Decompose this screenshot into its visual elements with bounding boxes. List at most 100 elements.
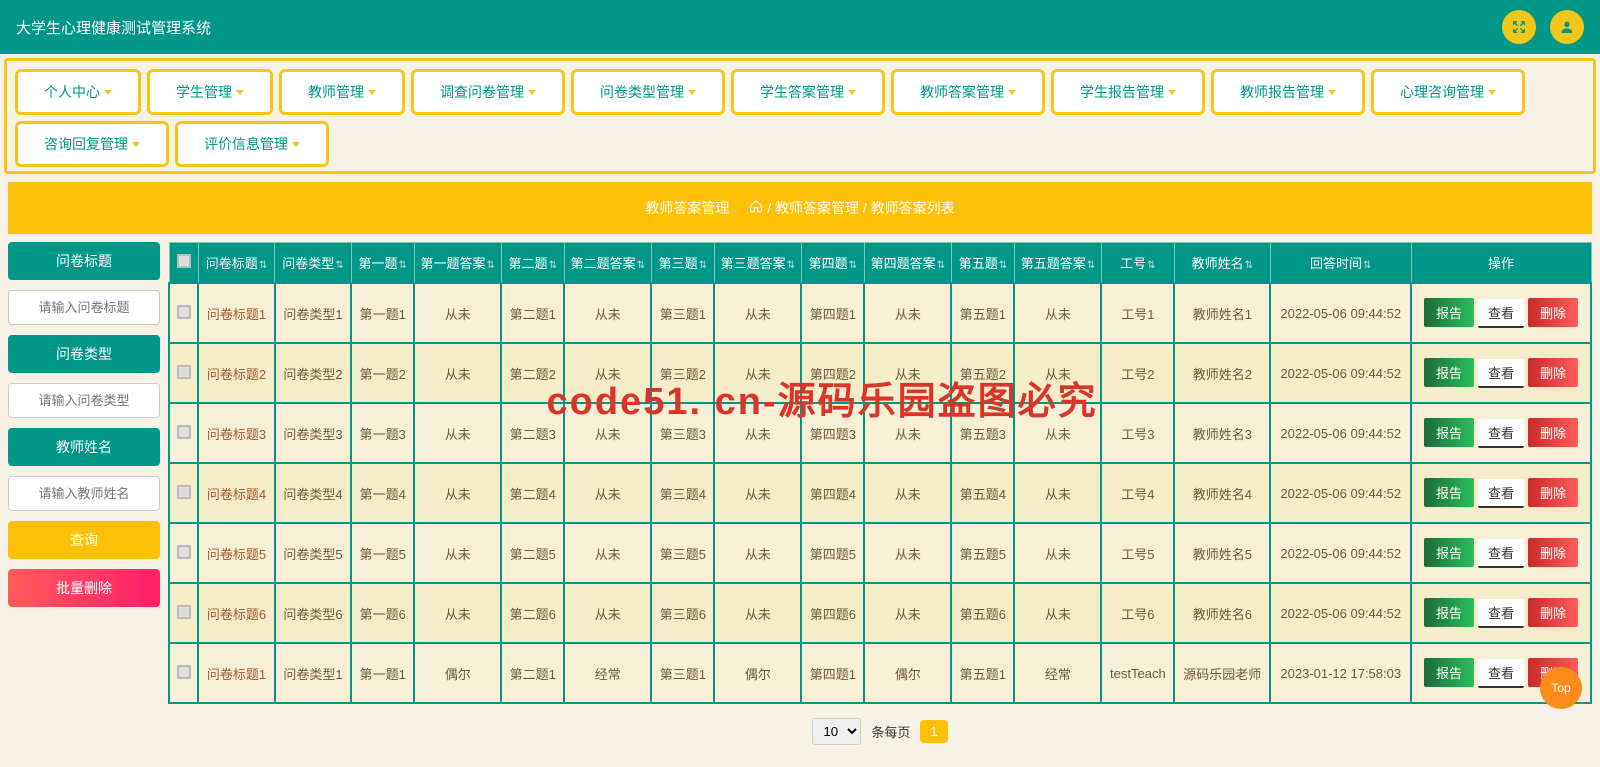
nav-item-5[interactable]: 学生答案管理 — [731, 69, 885, 115]
cell: 第四题3 — [801, 403, 864, 463]
col-header-1[interactable]: 问卷类型⇅ — [275, 243, 352, 284]
nav-item-10[interactable]: 咨询回复管理 — [15, 121, 169, 167]
col-header-5[interactable]: 第二题答案⇅ — [564, 243, 651, 284]
col-header-13[interactable]: 教师姓名⇅ — [1174, 243, 1270, 284]
cell: 问卷类型4 — [275, 463, 352, 523]
cell: 2022-05-06 09:44:52 — [1270, 283, 1411, 343]
breadcrumb-link-1[interactable]: 教师答案管理 — [775, 200, 859, 216]
table-row: 问卷标题1问卷类型1第一题1从未第二题1从未第三题1从未第四题1从未第五题1从未… — [169, 283, 1591, 343]
col-header-8[interactable]: 第四题⇅ — [801, 243, 864, 284]
nav-item-11[interactable]: 评价信息管理 — [175, 121, 329, 167]
view-button[interactable]: 查看 — [1478, 539, 1524, 568]
cell: 第二题2 — [501, 343, 564, 403]
nav-item-0[interactable]: 个人中心 — [15, 69, 141, 115]
cell: 教师姓名1 — [1174, 283, 1270, 343]
scroll-top-button[interactable]: Top — [1540, 667, 1582, 709]
delete-button[interactable]: 删除 — [1528, 478, 1578, 507]
cell[interactable]: 问卷标题4 — [198, 463, 275, 523]
col-header-9[interactable]: 第四题答案⇅ — [864, 243, 951, 284]
view-button[interactable]: 查看 — [1478, 419, 1524, 448]
row-checkbox[interactable] — [177, 665, 191, 679]
home-icon[interactable] — [749, 199, 763, 216]
delete-button[interactable]: 删除 — [1528, 298, 1578, 327]
report-button[interactable]: 报告 — [1424, 358, 1474, 387]
col-header-10[interactable]: 第五题⇅ — [951, 243, 1014, 284]
col-header-3[interactable]: 第一题答案⇅ — [414, 243, 501, 284]
cell: 问卷类型5 — [275, 523, 352, 583]
delete-button[interactable]: 删除 — [1528, 418, 1578, 447]
cell: 偶尔 — [864, 643, 951, 703]
nav-item-7[interactable]: 学生报告管理 — [1051, 69, 1205, 115]
query-button[interactable]: 查询 — [8, 521, 160, 559]
batch-delete-button[interactable]: 批量删除 — [8, 569, 160, 607]
cell: 第一题1 — [351, 643, 414, 703]
filter-input-teacher[interactable] — [8, 476, 160, 511]
filter-label-title: 问卷标题 — [8, 242, 160, 280]
cell[interactable]: 问卷标题2 — [198, 343, 275, 403]
row-checkbox[interactable] — [177, 305, 191, 319]
cell: 从未 — [1014, 583, 1101, 643]
report-button[interactable]: 报告 — [1424, 298, 1474, 327]
chevron-down-icon — [1328, 90, 1336, 95]
col-header-2[interactable]: 第一题⇅ — [351, 243, 414, 284]
row-checkbox[interactable] — [177, 365, 191, 379]
cell[interactable]: 问卷标题3 — [198, 403, 275, 463]
report-button[interactable]: 报告 — [1424, 418, 1474, 447]
cell: 从未 — [714, 523, 801, 583]
view-button[interactable]: 查看 — [1478, 479, 1524, 508]
cell[interactable]: 问卷标题6 — [198, 583, 275, 643]
row-checkbox[interactable] — [177, 545, 191, 559]
row-checkbox[interactable] — [177, 485, 191, 499]
report-button[interactable]: 报告 — [1424, 598, 1474, 627]
filter-input-type[interactable] — [8, 383, 160, 418]
report-button[interactable]: 报告 — [1424, 478, 1474, 507]
nav-item-9[interactable]: 心理咨询管理 — [1371, 69, 1525, 115]
page-size-select[interactable]: 10 — [812, 718, 861, 745]
col-header-6[interactable]: 第三题⇅ — [651, 243, 714, 284]
row-checkbox[interactable] — [177, 425, 191, 439]
cell: 教师姓名3 — [1174, 403, 1270, 463]
view-button[interactable]: 查看 — [1478, 299, 1524, 328]
nav-item-1[interactable]: 学生管理 — [147, 69, 273, 115]
col-header-14[interactable]: 回答时间⇅ — [1270, 243, 1411, 284]
view-button[interactable]: 查看 — [1478, 659, 1524, 688]
select-all-checkbox[interactable] — [177, 254, 191, 268]
col-header-11[interactable]: 第五题答案⇅ — [1014, 243, 1101, 284]
page-number[interactable]: 1 — [920, 720, 947, 743]
nav-item-6[interactable]: 教师答案管理 — [891, 69, 1045, 115]
cell[interactable]: 问卷标题1 — [198, 643, 275, 703]
cell: 第一题1 — [351, 283, 414, 343]
cell[interactable]: 问卷标题1 — [198, 283, 275, 343]
col-header-0[interactable]: 问卷标题⇅ — [198, 243, 275, 284]
fullscreen-icon[interactable] — [1502, 10, 1536, 44]
nav-item-8[interactable]: 教师报告管理 — [1211, 69, 1365, 115]
nav-item-2[interactable]: 教师管理 — [279, 69, 405, 115]
chevron-down-icon — [104, 90, 112, 95]
report-button[interactable]: 报告 — [1424, 658, 1474, 687]
delete-button[interactable]: 删除 — [1528, 358, 1578, 387]
table-row: 问卷标题2问卷类型2第一题2从未第二题2从未第三题2从未第四题2从未第五题2从未… — [169, 343, 1591, 403]
col-header-7[interactable]: 第三题答案⇅ — [714, 243, 801, 284]
cell: 第二题5 — [501, 523, 564, 583]
col-header-4[interactable]: 第二题⇅ — [501, 243, 564, 284]
user-icon[interactable] — [1550, 10, 1584, 44]
cell: 第三题1 — [651, 283, 714, 343]
table-row: 问卷标题4问卷类型4第一题4从未第二题4从未第三题4从未第四题4从未第五题4从未… — [169, 463, 1591, 523]
delete-button[interactable]: 删除 — [1528, 538, 1578, 567]
cell: 问卷类型1 — [275, 643, 352, 703]
row-checkbox[interactable] — [177, 605, 191, 619]
cell: 2023-01-12 17:58:03 — [1270, 643, 1411, 703]
filter-input-title[interactable] — [8, 290, 160, 325]
view-button[interactable]: 查看 — [1478, 599, 1524, 628]
col-header-12[interactable]: 工号⇅ — [1101, 243, 1174, 284]
cell: 工号1 — [1101, 283, 1174, 343]
nav-item-3[interactable]: 调查问卷管理 — [411, 69, 565, 115]
nav-item-4[interactable]: 问卷类型管理 — [571, 69, 725, 115]
delete-button[interactable]: 删除 — [1528, 598, 1578, 627]
cell[interactable]: 问卷标题5 — [198, 523, 275, 583]
view-button[interactable]: 查看 — [1478, 359, 1524, 388]
cell: 第五题1 — [951, 283, 1014, 343]
report-button[interactable]: 报告 — [1424, 538, 1474, 567]
cell: testTeach — [1101, 643, 1174, 703]
col-header-15[interactable]: 操作 — [1411, 243, 1591, 284]
